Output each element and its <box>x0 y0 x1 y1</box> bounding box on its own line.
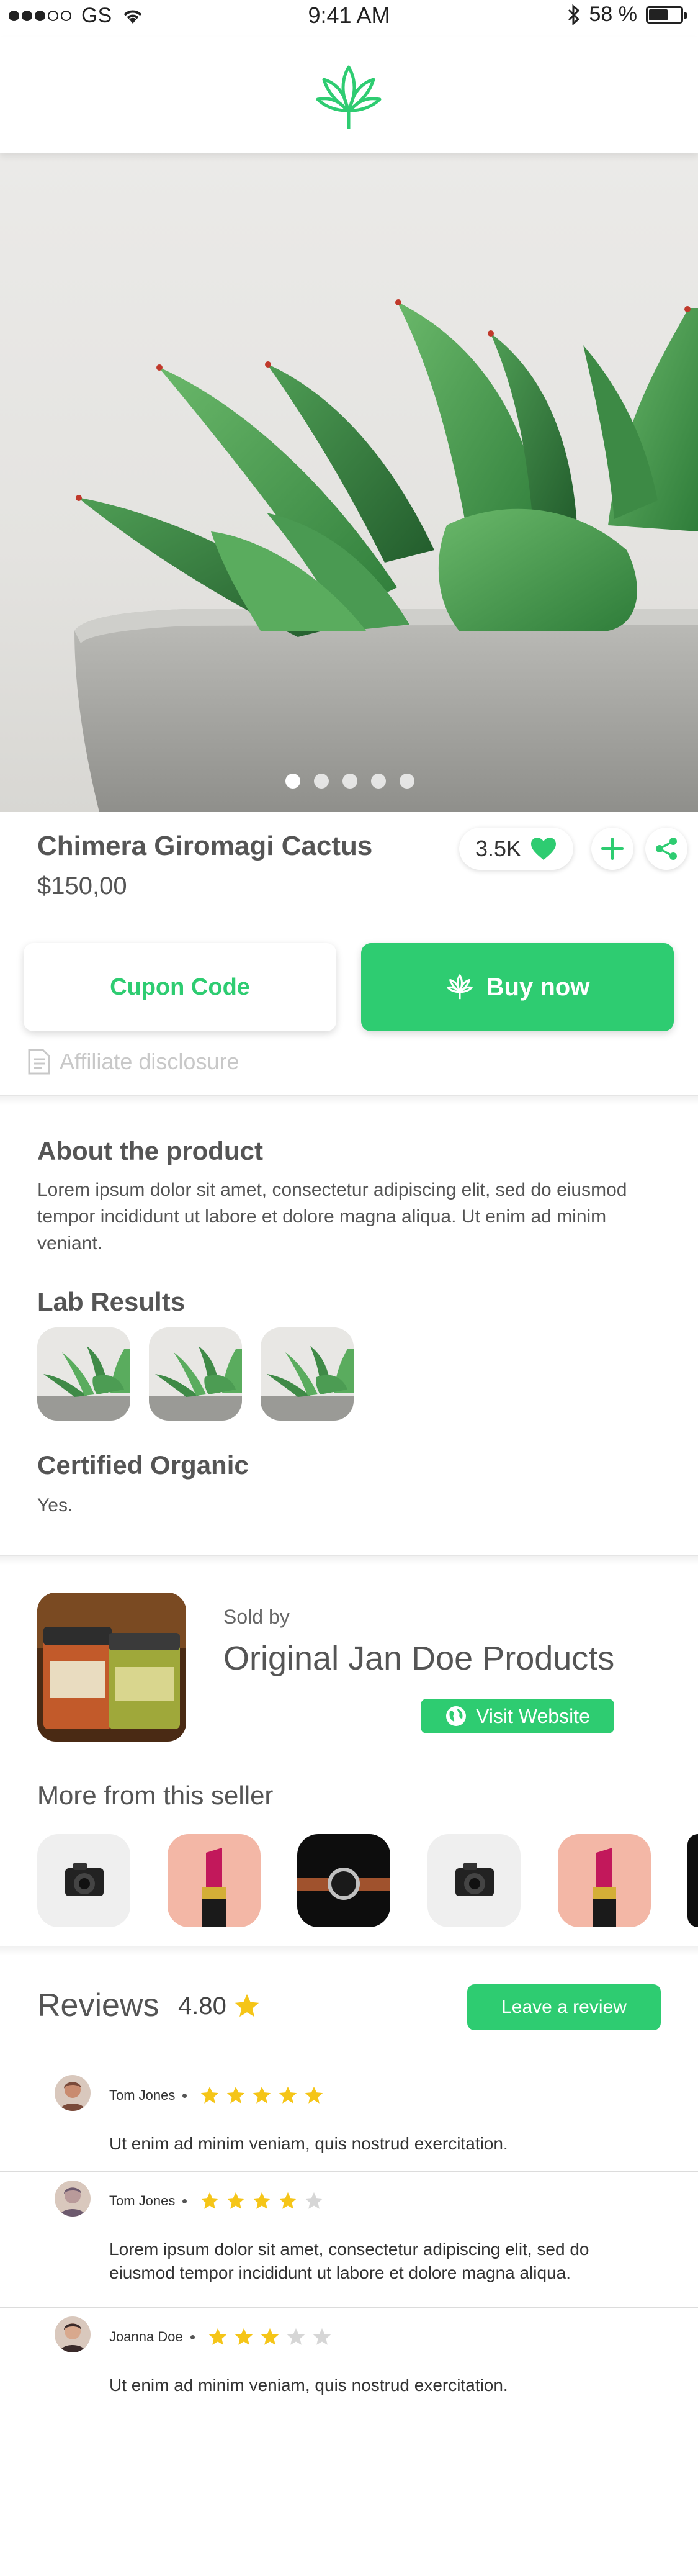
review-stars <box>199 2190 324 2212</box>
lab-result-thumbnail[interactable] <box>149 1327 242 1421</box>
battery-level <box>649 9 668 20</box>
carousel-dot[interactable] <box>400 774 414 789</box>
carousel-dot[interactable] <box>285 774 300 789</box>
review-divider <box>0 2307 698 2308</box>
product-image[interactable] <box>0 153 698 812</box>
buy-now-label: Buy now <box>486 973 590 1001</box>
product-thumbnail-lipstick[interactable] <box>168 1834 261 1927</box>
succulent-thumbnail-image <box>37 1327 130 1421</box>
affiliate-disclosure-link[interactable]: Affiliate disclosure <box>27 1048 239 1075</box>
review-text: Ut enim ad minim veniam, quis nostrud ex… <box>109 2134 508 2153</box>
heart-icon <box>531 838 557 860</box>
reviewer-name: Tom Jones <box>109 2087 176 2103</box>
carousel-dot[interactable] <box>342 774 357 789</box>
star-icon <box>305 2086 323 2104</box>
seller-name[interactable]: Original Jan Doe Products <box>223 1639 614 1678</box>
carousel-dot[interactable] <box>314 774 329 789</box>
share-icon <box>656 838 677 860</box>
star-icon <box>305 2192 323 2209</box>
succulent-photo <box>74 299 698 812</box>
product-thumbnail-camera[interactable] <box>37 1834 130 1927</box>
product-price: $150,00 <box>37 872 127 900</box>
review-divider <box>0 2171 698 2172</box>
star-icon <box>208 2328 226 2345</box>
reviewer-line: Tom Jones <box>109 2085 324 2106</box>
more-from-seller-heading: More from this seller <box>37 1781 274 1810</box>
reviewer-avatar[interactable] <box>55 2181 91 2217</box>
bluetooth-icon <box>568 4 579 25</box>
plus-icon <box>601 838 624 860</box>
battery-icon <box>646 6 687 24</box>
star-icon <box>261 2328 279 2345</box>
lab-results-heading: Lab Results <box>37 1287 186 1316</box>
star-icon <box>279 2086 297 2104</box>
star-icon <box>313 2328 331 2345</box>
carousel-dot[interactable] <box>371 774 386 789</box>
product-thumbnail-watch[interactable] <box>297 1834 390 1927</box>
review-text: Lorem ipsum dolor sit amet, consectetur … <box>109 2239 589 2282</box>
product-thumbnail-watch[interactable] <box>687 1834 698 1927</box>
star-icon <box>201 2192 219 2209</box>
section-divider <box>0 1555 698 1565</box>
product-thumbnail-lipstick[interactable] <box>558 1834 651 1927</box>
review-stars <box>199 2085 324 2106</box>
reviewer-name: Tom Jones <box>109 2193 176 2208</box>
star-icon <box>279 2192 297 2209</box>
seller-image[interactable] <box>37 1593 186 1742</box>
cannabis-leaf-icon <box>446 974 473 1000</box>
visit-website-button[interactable]: Visit Website <box>421 1699 614 1733</box>
product-thumbnail-camera[interactable] <box>427 1834 521 1927</box>
about-text: Lorem ipsum dolor sit amet, consectetur … <box>37 1180 627 1254</box>
rating-value: 4.80 <box>178 1992 226 2020</box>
like-button[interactable]: 3.5K <box>459 828 573 870</box>
lab-result-thumbnail[interactable] <box>37 1327 130 1421</box>
star-icon <box>227 2086 245 2104</box>
reviewer-line: Joanna Doe <box>109 2326 333 2348</box>
lab-result-thumbnail[interactable] <box>261 1327 354 1421</box>
document-icon <box>28 1049 50 1075</box>
separator-dot <box>190 2334 195 2339</box>
organic-value: Yes. <box>37 1495 73 1516</box>
succulent-thumbnail-image <box>261 1327 354 1421</box>
succulent-thumbnail-image <box>149 1327 242 1421</box>
section-divider <box>0 1095 698 1105</box>
affiliate-label: Affiliate disclosure <box>60 1049 239 1074</box>
star-icon <box>235 1994 259 2017</box>
visit-website-label: Visit Website <box>476 1704 590 1727</box>
globe-icon <box>446 1706 467 1726</box>
sold-by-label: Sold by <box>223 1606 290 1628</box>
about-heading: About the product <box>37 1136 263 1165</box>
product-title: Chimera Giromagi Cactus <box>37 831 373 861</box>
reviewer-name: Joanna Doe <box>109 2329 183 2344</box>
share-button[interactable] <box>645 828 687 870</box>
battery-percent: 58 % <box>589 2 638 26</box>
status-bar: GS 9:41 AM 58 % <box>0 0 698 37</box>
star-icon <box>235 2328 253 2345</box>
separator-dot <box>182 2199 187 2203</box>
star-icon <box>287 2328 305 2345</box>
star-icon <box>253 2086 271 2104</box>
average-rating: 4.80 <box>178 1992 261 2020</box>
star-icon <box>227 2192 245 2209</box>
reviewer-line: Tom Jones <box>109 2190 324 2212</box>
like-count: 3.5K <box>475 836 522 861</box>
star-icon <box>253 2192 271 2209</box>
cannabis-leaf-icon[interactable] <box>311 61 386 135</box>
reviews-heading: Reviews <box>37 1987 159 2023</box>
app-header <box>0 37 698 153</box>
buy-now-button[interactable]: Buy now <box>361 943 674 1031</box>
review-text: Ut enim ad minim veniam, quis nostrud ex… <box>109 2375 508 2395</box>
leave-review-button[interactable]: Leave a review <box>467 1984 661 2030</box>
separator-dot <box>182 2093 187 2098</box>
image-carousel-dots[interactable] <box>285 774 414 789</box>
add-button[interactable] <box>591 828 633 870</box>
reviewer-avatar[interactable] <box>55 2075 91 2111</box>
star-icon <box>201 2086 219 2104</box>
section-divider <box>0 1946 698 1956</box>
review-stars <box>207 2326 333 2348</box>
reviewer-avatar[interactable] <box>55 2316 91 2352</box>
organic-heading: Certified Organic <box>37 1450 249 1480</box>
status-right: 58 % <box>567 2 687 27</box>
coupon-code-button[interactable]: Cupon Code <box>24 943 336 1031</box>
